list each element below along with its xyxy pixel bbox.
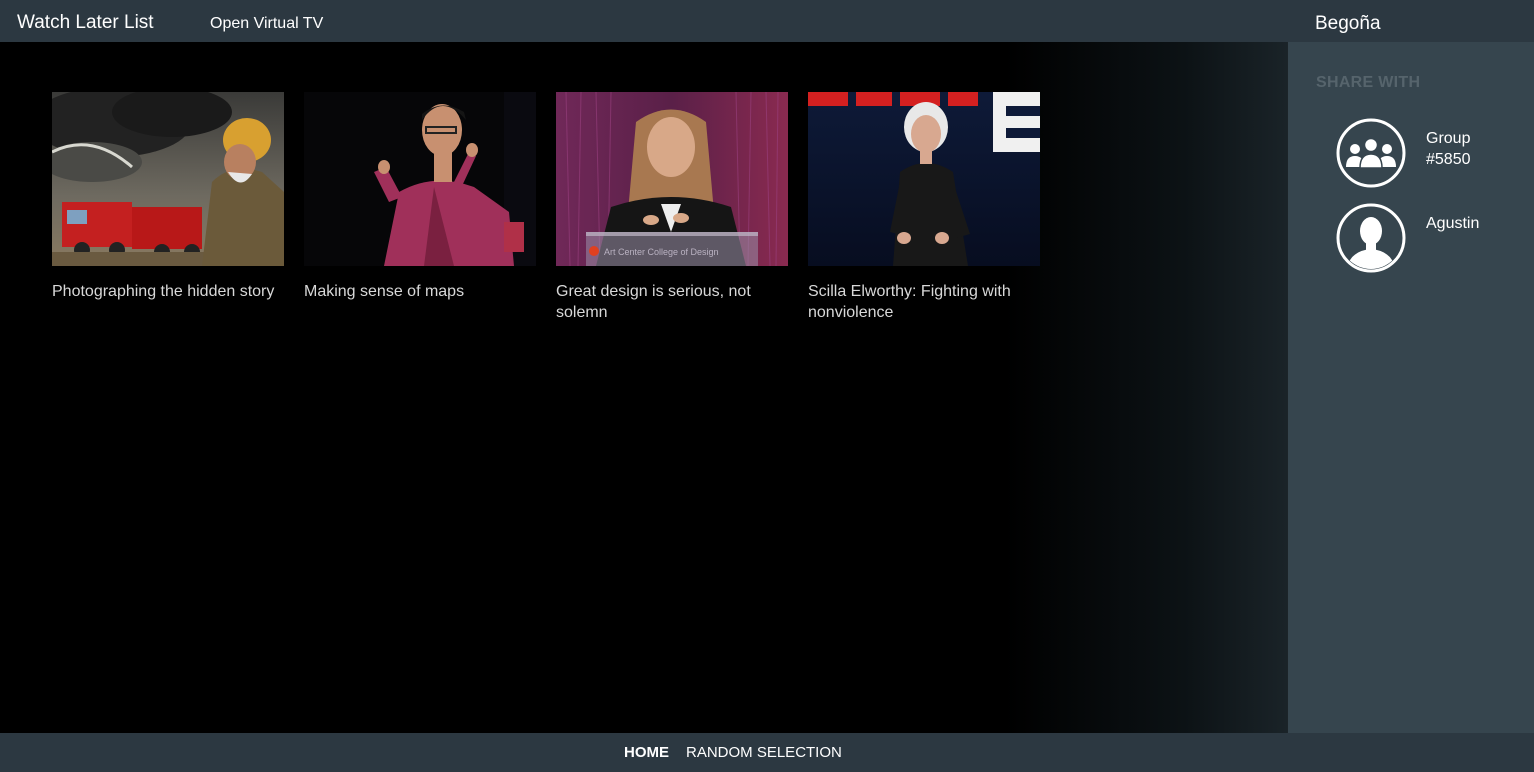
thumbnail-caption: Art Center College of Design (604, 247, 719, 257)
video-title[interactable]: Making sense of maps (304, 281, 536, 302)
share-sidebar: SHARE WITH Group #5850 Agustin (1287, 42, 1534, 733)
person-icon (1336, 203, 1406, 273)
user-name[interactable]: Begoña (1315, 13, 1381, 35)
video-title[interactable]: Photographing the hidden story (52, 281, 284, 302)
contact-label: Agustin (1426, 215, 1480, 232)
video-thumbnail[interactable]: Art Center College of Design (556, 92, 788, 266)
video-grid: Photographing the hidden story Making se… (0, 42, 1287, 733)
top-bar: Watch Later List Open Virtual TV Begoña (0, 0, 1534, 42)
video-card[interactable]: Making sense of maps (304, 92, 536, 302)
video-title[interactable]: Scilla Elworthy: Fighting with nonviolen… (808, 281, 1040, 323)
share-contact-group[interactable]: Group #5850 (1336, 118, 1526, 190)
video-card[interactable]: Photographing the hidden story (52, 92, 284, 302)
video-title[interactable]: Great design is serious, not solemn (556, 281, 788, 323)
video-card[interactable]: Scilla Elworthy: Fighting with nonviolen… (808, 92, 1040, 323)
nav-random-selection[interactable]: RANDOM SELECTION (686, 744, 842, 762)
group-icon (1336, 118, 1406, 188)
video-card[interactable]: Art Center College of Design Great desig… (556, 92, 788, 323)
video-thumbnail[interactable] (808, 92, 1040, 266)
video-thumbnail[interactable] (52, 92, 284, 266)
share-contact-person[interactable]: Agustin (1336, 203, 1526, 275)
video-thumbnail[interactable] (304, 92, 536, 266)
nav-home[interactable]: HOME (624, 744, 669, 762)
bottom-nav: HOME RANDOM SELECTION (0, 733, 1534, 772)
open-virtual-tv-link[interactable]: Open Virtual TV (210, 14, 323, 34)
share-with-heading: SHARE WITH (1316, 74, 1421, 91)
page-title: Watch Later List (17, 12, 154, 33)
contact-label: Group #5850 (1426, 130, 1471, 168)
